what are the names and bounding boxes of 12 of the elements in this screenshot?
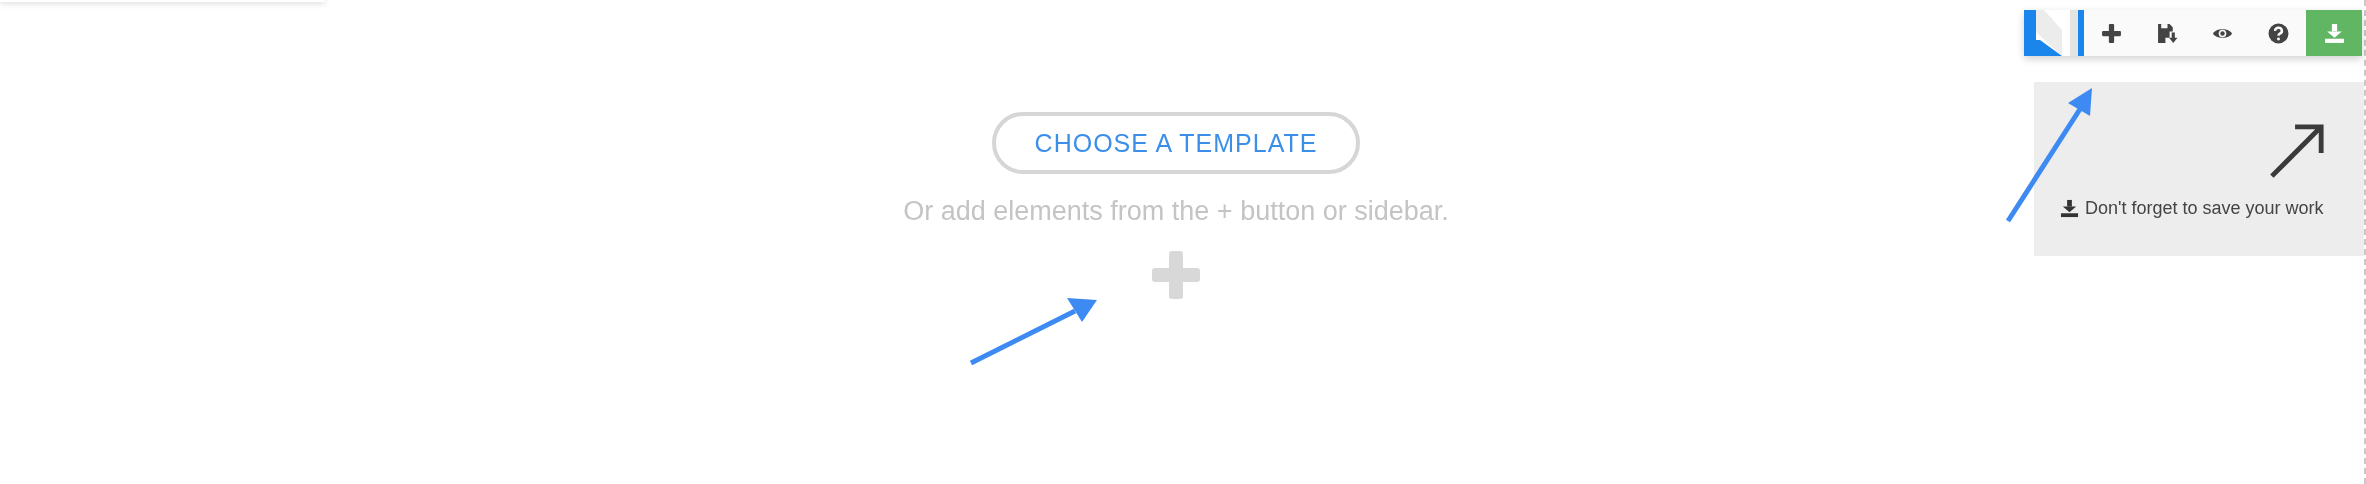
add-icon bbox=[2101, 22, 2123, 44]
save-reminder-text: Don't forget to save your work bbox=[2085, 198, 2324, 219]
download-icon bbox=[2060, 199, 2079, 218]
hint-text: Or add elements from the + button or sidebar. bbox=[903, 196, 1449, 227]
logo-icon bbox=[2024, 10, 2084, 56]
download-icon bbox=[2323, 22, 2345, 44]
save-icon bbox=[2156, 22, 2178, 44]
choose-template-button[interactable]: CHOOSE A TEMPLATE bbox=[992, 112, 1360, 174]
help-button[interactable] bbox=[2250, 10, 2307, 56]
arrow-icon bbox=[2268, 122, 2326, 180]
help-icon bbox=[2268, 22, 2290, 44]
add-button[interactable] bbox=[2084, 10, 2140, 56]
